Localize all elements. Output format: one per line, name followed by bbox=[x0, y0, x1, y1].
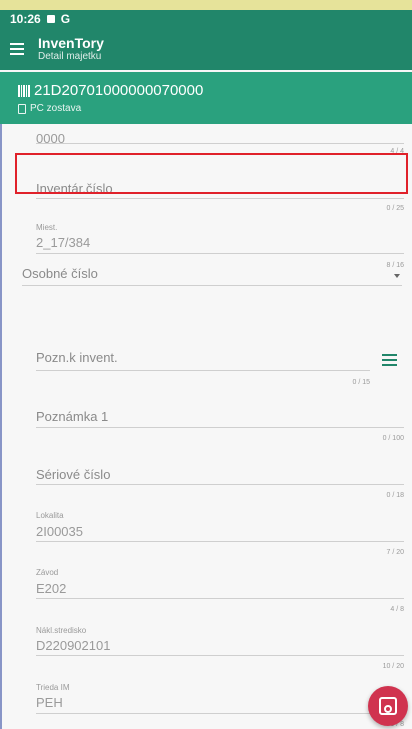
inventar-counter: 0 / 25 bbox=[386, 205, 404, 212]
item-code: 21D20701000000070000 bbox=[34, 82, 204, 99]
poznamka1-counter: 0 / 100 bbox=[382, 435, 404, 442]
zavod-label: Závod bbox=[36, 568, 59, 577]
pozn-invent-input[interactable]: Pozn.k invent. bbox=[36, 350, 118, 365]
highlight-box bbox=[15, 153, 408, 194]
list-icon[interactable] bbox=[377, 346, 405, 374]
seriove-counter: 0 / 18 bbox=[386, 492, 404, 499]
nakl-stredisko-underline bbox=[36, 655, 404, 656]
seriove-underline bbox=[36, 484, 404, 485]
lokalita-underline bbox=[36, 541, 404, 542]
left-edge bbox=[0, 124, 2, 729]
trieda-im-underline bbox=[36, 713, 404, 714]
zavod-underline bbox=[36, 598, 404, 599]
nakl-stredisko-label: Nákl.stredisko bbox=[36, 626, 87, 635]
trieda-im-label: Trieda IM bbox=[36, 683, 70, 692]
top-field-underline bbox=[36, 143, 404, 144]
item-subtitle: PC zostava bbox=[30, 103, 82, 114]
barcode-icon bbox=[18, 84, 30, 97]
item-header: 21D20701000000070000 PC zostava bbox=[0, 72, 412, 124]
clipboard-icon bbox=[18, 103, 26, 114]
nakl-stredisko-input[interactable]: D220902101 bbox=[36, 638, 110, 653]
osobne-underline bbox=[22, 285, 402, 286]
nakl-stredisko-counter: 10 / 20 bbox=[382, 663, 404, 670]
miest-counter: 8 / 16 bbox=[386, 262, 404, 269]
trieda-im-input[interactable]: PEH bbox=[36, 695, 63, 710]
dropdown-arrow-icon[interactable] bbox=[394, 274, 400, 278]
notification-icon bbox=[46, 14, 55, 23]
lokalita-input[interactable]: 2I00035 bbox=[36, 524, 83, 539]
seriove-cislo-input[interactable]: Sériové číslo bbox=[36, 467, 110, 482]
app-title: InvenTory bbox=[38, 34, 104, 51]
app-bar: InvenTory Detail majetku bbox=[0, 27, 412, 70]
osobne-cislo-select[interactable]: Osobné číslo bbox=[22, 266, 98, 281]
miest-underline bbox=[36, 253, 404, 254]
menu-icon[interactable] bbox=[10, 40, 24, 58]
status-time: 10:26 bbox=[10, 11, 41, 26]
save-icon bbox=[379, 697, 397, 715]
google-icon: G bbox=[60, 11, 71, 26]
pozn-invent-counter: 0 / 15 bbox=[352, 379, 370, 386]
status-bar: 10:26 G bbox=[0, 10, 412, 27]
zavod-counter: 4 / 8 bbox=[390, 606, 404, 613]
pozn-invent-underline bbox=[36, 370, 370, 371]
inventar-underline bbox=[36, 198, 404, 199]
miest-input[interactable]: 2_17/384 bbox=[36, 235, 90, 250]
poznamka1-underline bbox=[36, 427, 404, 428]
save-button[interactable] bbox=[368, 686, 408, 726]
poznamka1-input[interactable]: Poznámka 1 bbox=[36, 409, 108, 424]
miest-label: Miest. bbox=[36, 223, 58, 232]
top-strip bbox=[0, 0, 412, 10]
zavod-input[interactable]: E202 bbox=[36, 581, 66, 596]
lokalita-label: Lokalita bbox=[36, 511, 64, 520]
lokalita-counter: 7 / 20 bbox=[386, 549, 404, 556]
app-subtitle: Detail majetku bbox=[38, 50, 102, 62]
